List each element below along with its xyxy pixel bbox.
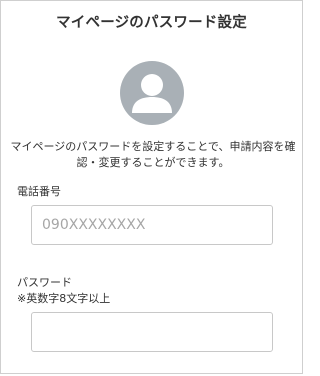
password-settings-screen: マイページのパスワード設定 マイページのパスワードを設定することで、申請内容を確…	[0, 0, 303, 374]
user-icon	[132, 74, 172, 113]
page-title: マイページのパスワード設定	[56, 15, 247, 31]
phone-input[interactable]	[31, 205, 273, 245]
password-label: パスワード	[17, 276, 72, 289]
password-hint: ※英数字8文字以上	[17, 292, 111, 305]
password-input[interactable]	[31, 312, 273, 352]
page-description: マイページのパスワードを設定することで、申請内容を確認・変更することができます。	[10, 140, 296, 169]
user-avatar-icon	[120, 61, 184, 125]
phone-label: 電話番号	[17, 185, 61, 198]
